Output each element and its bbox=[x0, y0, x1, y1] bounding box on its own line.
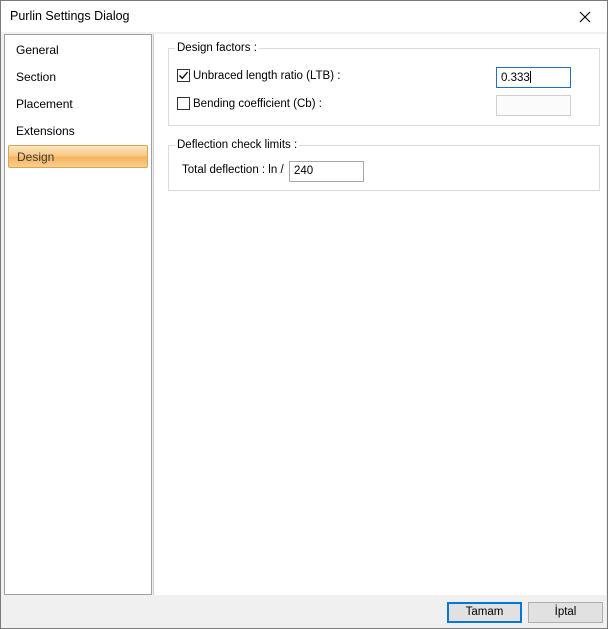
unbraced-value: 0.333 bbox=[501, 72, 530, 84]
ok-button[interactable]: Tamam bbox=[447, 602, 522, 623]
design-factors-group: Design factors : Unbraced length ratio (… bbox=[168, 42, 600, 126]
bending-checkbox[interactable] bbox=[177, 97, 190, 110]
total-deflection-label: Total deflection : ln / bbox=[182, 164, 284, 176]
sidebar-item-extensions[interactable]: Extensions bbox=[8, 120, 148, 143]
deflection-group: Deflection check limits : Total deflecti… bbox=[168, 139, 600, 191]
settings-sidebar: General Section Placement Extensions Des… bbox=[4, 34, 152, 595]
checkmark-icon bbox=[179, 71, 189, 80]
dialog-window: Purlin Settings Dialog General Section P… bbox=[0, 0, 608, 629]
text-caret bbox=[529, 71, 531, 83]
button-bar: Tamam İptal bbox=[1, 596, 607, 628]
unbraced-input[interactable]: 0.333 bbox=[496, 67, 571, 88]
sidebar-item-placement[interactable]: Placement bbox=[8, 93, 148, 116]
design-panel: Design factors : Unbraced length ratio (… bbox=[153, 34, 606, 595]
cancel-button[interactable]: İptal bbox=[528, 602, 603, 623]
sidebar-item-section[interactable]: Section bbox=[8, 66, 148, 89]
deflection-label: Deflection check limits : bbox=[175, 139, 300, 151]
dialog-title: Purlin Settings Dialog bbox=[10, 9, 130, 23]
unbraced-label[interactable]: Unbraced length ratio (LTB) : bbox=[193, 70, 340, 82]
total-deflection-input[interactable]: 240 bbox=[289, 161, 364, 182]
sidebar-item-general[interactable]: General bbox=[8, 39, 148, 62]
bending-row: Bending coefficient (Cb) : bbox=[177, 97, 322, 110]
bending-label[interactable]: Bending coefficient (Cb) : bbox=[193, 98, 322, 110]
unbraced-checkbox[interactable] bbox=[177, 69, 190, 82]
total-deflection-value: 240 bbox=[294, 165, 314, 177]
close-icon bbox=[579, 11, 591, 22]
design-factors-label: Design factors : bbox=[175, 42, 259, 54]
sidebar-item-design[interactable]: Design bbox=[8, 145, 148, 168]
bending-input[interactable] bbox=[496, 95, 571, 116]
title-bar[interactable]: Purlin Settings Dialog bbox=[1, 1, 607, 32]
unbraced-row: Unbraced length ratio (LTB) : bbox=[177, 69, 340, 82]
close-button[interactable] bbox=[563, 1, 607, 32]
